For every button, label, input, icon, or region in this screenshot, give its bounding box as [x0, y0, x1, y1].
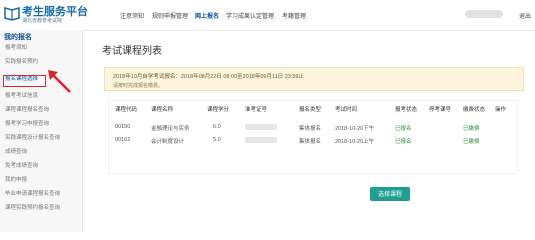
table-row-2-exam-time: 2018-10-20上午 [335, 139, 375, 145]
table-row-2-credits: 5.0 [213, 137, 221, 143]
table-row-1-reg-type: 集体报名 [299, 126, 322, 132]
table-row-1-exam-time: 2018-10-20下午 [335, 126, 375, 132]
user-name-blurred [465, 10, 503, 18]
sidebar-item-exam-notice[interactable]: 报考须知 [0, 42, 82, 54]
col-header-pay-status: 缴费状态 [463, 107, 486, 113]
nav-learning-results[interactable]: 学习成果认定管理 [226, 11, 274, 20]
sidebar-item-practice-design-query[interactable]: 实践课程设计报名查询 [0, 132, 82, 144]
course-table: 课程代码 课程名称 课程学分 准考证号 报名类型 考试时间 报考状态 停考课号 … [108, 100, 518, 174]
table-row-1-status: 已报名 [395, 126, 412, 132]
book-icon [4, 7, 20, 21]
nav-online-registration[interactable]: 网上报名 [195, 11, 219, 20]
nav-rules[interactable]: 规则申报管理 [152, 11, 188, 20]
sidebar-title: 我的报名 [4, 34, 32, 41]
notice-line-1: 2018年10月自学考试报名：2018年08月22日 08:00至2018年09… [113, 74, 304, 80]
nav-notice[interactable]: 注意须知 [120, 11, 144, 20]
highlight-box [3, 75, 46, 87]
col-header-stop-code: 停考课号 [429, 107, 452, 113]
brand-subtitle: 湖北省教育考试院 [22, 18, 63, 24]
sidebar-item-score-query[interactable]: 成绩查询 [0, 146, 82, 158]
notice-line-2: 请按时完成报名缴费。 [113, 83, 164, 89]
sidebar-item-course-query[interactable]: 课程课程报名查询 [0, 104, 82, 116]
red-arrow-icon [48, 70, 71, 93]
table-row-1-code: 00150 [115, 124, 131, 130]
sidebar-item-graduation-query[interactable]: 毕业申请课程报名查询 [0, 188, 82, 200]
top-header: 考生服务平台 湖北省教育考试院 注意须知 规则申报管理 网上报名 学习成果认定管… [0, 0, 535, 31]
col-header-reg-type: 报名类型 [299, 107, 322, 113]
notice-banner: 2018年10月自学考试报名：2018年08月22日 08:00至2018年09… [104, 67, 524, 91]
sidebar-item-my-applications[interactable]: 我的申报 [0, 174, 82, 186]
table-row-2-name: 会计制度设计 [151, 139, 185, 145]
sidebar-item-study-apply-query[interactable]: 报考学习申报查询 [0, 118, 82, 130]
col-header-status: 报考状态 [395, 107, 418, 113]
col-header-course-code: 课程代码 [115, 107, 138, 113]
table-row-1-name: 金融理论与实务 [151, 126, 190, 132]
main-content: 考试课程列表 2018年10月自学考试报名：2018年08月22日 08:00至… [82, 30, 535, 232]
table-row-1-pay-status: 已缴费 [463, 126, 480, 132]
col-header-credits: 课程学分 [207, 107, 230, 113]
sidebar-item-exemption-query[interactable]: 免考成绩查询 [0, 160, 82, 172]
col-header-ticket-no: 准考证号 [245, 107, 268, 113]
select-course-button[interactable]: 选择课程 [370, 187, 410, 201]
table-row-2-reg-type: 集体报名 [299, 139, 322, 145]
table-row-2-ticket-blurred [245, 137, 277, 143]
table-row-1-ticket-blurred [245, 124, 277, 130]
col-header-exam-time: 考试时间 [335, 107, 358, 113]
table-row-2-code: 00162 [115, 137, 131, 143]
table-row-1-credits: 6.0 [213, 124, 221, 130]
col-header-course-name: 课程名称 [151, 107, 174, 113]
col-header-action: 操作 [495, 107, 507, 113]
sidebar-item-practice-booking-query[interactable]: 课程实践预约报名查询 [0, 202, 82, 214]
nav-exam-records[interactable]: 考籍管理 [282, 11, 306, 20]
sidebar: 我的报名 报考须知 实践报名预约 报名课程选择 报考考试信息 课程课程报名查询 … [0, 30, 83, 232]
page-title: 考试课程列表 [102, 46, 162, 57]
table-row-2-pay-status: 已缴费 [463, 139, 480, 145]
table-row-2-status: 已报名 [395, 139, 412, 145]
logout-link[interactable]: 退出 [519, 11, 531, 20]
